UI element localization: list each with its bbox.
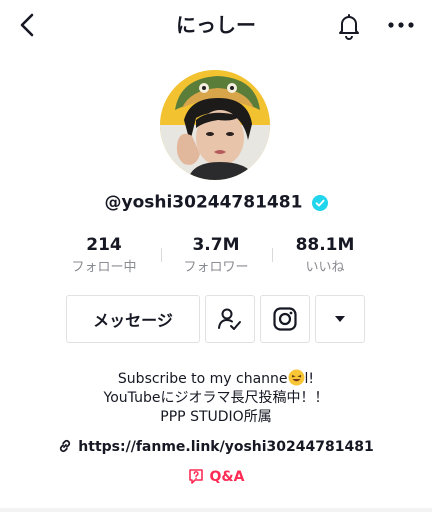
bio: Subscribe to my channe l! YouTubeにジオラマ長尺投… bbox=[0, 369, 432, 427]
stat-value: 3.7M bbox=[192, 235, 240, 255]
qa-link[interactable]: Q&A bbox=[0, 466, 432, 488]
top-bar: にっしー bbox=[0, 0, 432, 50]
stat-likes[interactable]: 88.1M いいね bbox=[270, 234, 380, 278]
laughing-emoji-icon bbox=[288, 369, 305, 386]
qa-label: Q&A bbox=[209, 469, 245, 485]
caret-down-icon[interactable] bbox=[315, 295, 365, 343]
bio-line-1: Subscribe to my channe l! bbox=[0, 369, 432, 389]
link-icon bbox=[58, 438, 72, 453]
username-row: @yoshi30244781481 bbox=[0, 192, 432, 218]
username: @yoshi30244781481 bbox=[104, 192, 303, 213]
profile-link[interactable]: https://fanme.link/yoshi30244781481 bbox=[0, 436, 432, 458]
stat-following[interactable]: 214 フォロー中 bbox=[49, 234, 159, 278]
section-divider bbox=[0, 508, 432, 512]
avatar[interactable] bbox=[160, 70, 270, 180]
verified-badge-icon bbox=[311, 194, 328, 211]
profile-stats: 214 フォロー中 3.7M フォロワー 88.1M いいね bbox=[52, 234, 380, 280]
stat-label: フォロワー bbox=[183, 260, 249, 275]
page-title: にっしー bbox=[176, 13, 256, 37]
bio-line-3: PPP STUDIO所属 bbox=[160, 409, 272, 425]
stat-label: いいね bbox=[305, 260, 345, 275]
more-horizontal-icon[interactable] bbox=[386, 14, 416, 36]
bio-line-2: YouTubeにジオラマ長尺投稿中！！ bbox=[103, 390, 329, 406]
stat-value: 214 bbox=[86, 235, 122, 255]
user-check-icon[interactable] bbox=[205, 295, 255, 343]
stat-followers[interactable]: 3.7M フォロワー bbox=[161, 234, 271, 278]
instagram-icon[interactable] bbox=[260, 295, 310, 343]
bio-text: Subscribe to my channe bbox=[117, 371, 288, 387]
bio-text: l! bbox=[304, 371, 315, 387]
stat-label: フォロー中 bbox=[71, 260, 137, 275]
stat-value: 88.1M bbox=[295, 235, 355, 255]
message-button[interactable]: メッセージ bbox=[66, 295, 200, 343]
bell-icon[interactable] bbox=[336, 12, 362, 40]
question-bubble-icon bbox=[188, 468, 204, 484]
link-url: https://fanme.link/yoshi30244781481 bbox=[78, 439, 374, 455]
